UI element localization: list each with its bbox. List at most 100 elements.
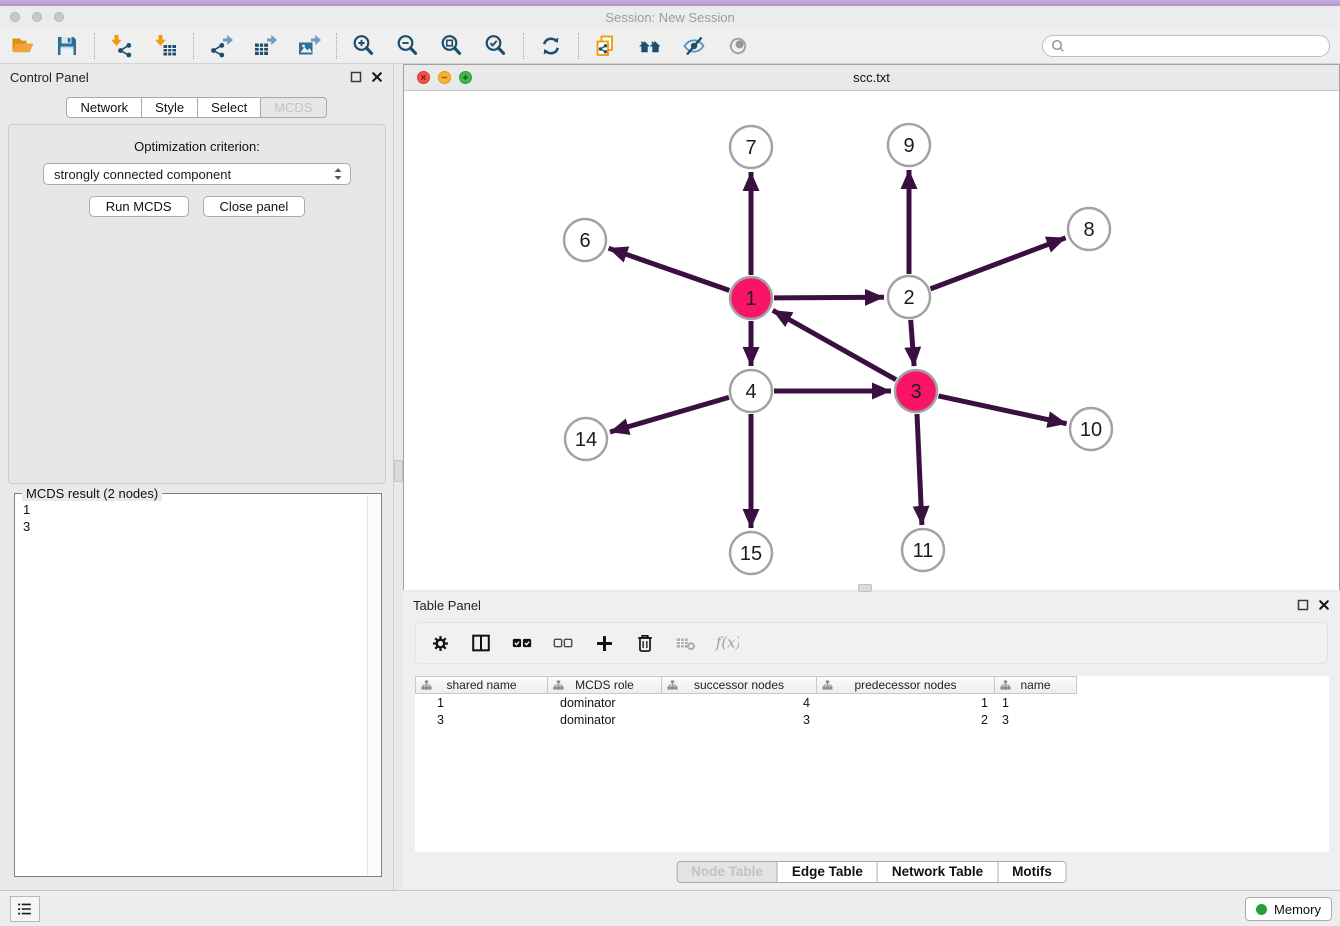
tab-node-table[interactable]: Node Table (676, 861, 778, 883)
tab-network[interactable]: Network (66, 97, 142, 118)
table-cell[interactable]: 3 (662, 713, 817, 727)
column-header-predecessor-nodes[interactable]: predecessor nodes (817, 676, 995, 694)
import-table-button[interactable] (153, 33, 179, 59)
control-panel-title: Control Panel (10, 70, 89, 85)
table-cell[interactable]: 3 (415, 713, 548, 727)
deselect-all-button[interactable] (551, 631, 575, 655)
export-image-button[interactable] (296, 33, 322, 59)
node-6[interactable]: 6 (564, 219, 606, 261)
node-10[interactable]: 10 (1070, 408, 1112, 450)
toolbar-separator (193, 33, 194, 59)
float-panel-icon[interactable] (350, 71, 362, 83)
node-7[interactable]: 7 (730, 126, 772, 168)
duplicate-network-button[interactable] (593, 33, 619, 59)
node-9[interactable]: 9 (888, 124, 930, 166)
zoom-fit-button[interactable] (439, 33, 465, 59)
duplicate-network-icon (594, 34, 618, 58)
export-table-button[interactable] (252, 33, 278, 59)
select-all-button[interactable] (510, 631, 534, 655)
table-cell[interactable]: 3 (995, 713, 1077, 727)
node-4[interactable]: 4 (730, 370, 772, 412)
tab-mcds[interactable]: MCDS (261, 97, 326, 118)
zoom-out-button[interactable] (395, 33, 421, 59)
tab-select[interactable]: Select (198, 97, 261, 118)
save-session-button[interactable] (54, 33, 80, 59)
column-hierarchy-icon (1000, 680, 1011, 691)
tab-motifs[interactable]: Motifs (998, 861, 1067, 883)
node-3[interactable]: 3 (895, 370, 937, 412)
open-file-button[interactable] (10, 33, 36, 59)
edge-2-3[interactable] (911, 320, 914, 366)
table-cell[interactable]: 1 (415, 696, 548, 710)
edge-3-1[interactable] (773, 310, 896, 379)
run-mcds-button[interactable]: Run MCDS (89, 196, 189, 217)
float-table-panel-icon[interactable] (1297, 599, 1309, 611)
table-row[interactable]: 1dominator411 (415, 694, 1329, 711)
trash-icon (634, 632, 656, 654)
mcds-result-list[interactable]: 13 (16, 495, 367, 875)
tab-style[interactable]: Style (142, 97, 198, 118)
node-1[interactable]: 1 (730, 277, 772, 319)
column-header-shared-name[interactable]: shared name (415, 676, 548, 694)
split-panel-button[interactable] (469, 631, 493, 655)
tab-edge-table[interactable]: Edge Table (778, 861, 878, 883)
zoom-selected-icon (484, 34, 508, 58)
search-box[interactable] (1042, 35, 1330, 57)
node-label: 4 (745, 381, 756, 403)
edge-4-14[interactable] (610, 397, 729, 432)
node-14[interactable]: 14 (565, 418, 607, 460)
criterion-dropdown[interactable]: strongly connected component (43, 163, 351, 185)
save-session-icon (55, 34, 79, 58)
edge-3-10[interactable] (939, 396, 1067, 424)
close-table-panel-icon[interactable] (1318, 599, 1330, 611)
hide-selected-eye-slash-button[interactable] (681, 33, 707, 59)
memory-button[interactable]: Memory (1245, 897, 1332, 921)
app-title: Session: New Session (0, 10, 1340, 25)
network-window-titlebar[interactable]: scc.txt (404, 65, 1339, 91)
table-cell[interactable]: dominator (548, 713, 662, 727)
zoom-in-button[interactable] (351, 33, 377, 59)
node-2[interactable]: 2 (888, 276, 930, 318)
two-houses-button[interactable] (637, 33, 663, 59)
node-11[interactable]: 11 (902, 529, 944, 571)
table-cell[interactable]: 1 (995, 696, 1077, 710)
table-toolbar: f(x) (415, 622, 1328, 664)
tab-network-table[interactable]: Network Table (878, 861, 998, 883)
horizontal-splitter-grip[interactable] (858, 584, 872, 592)
hide-selected-eye-slash-icon (682, 34, 706, 58)
edge-1-6[interactable] (609, 248, 730, 290)
gear-icon (430, 633, 451, 654)
edge-3-11[interactable] (917, 414, 922, 525)
column-header-successor-nodes[interactable]: successor nodes (662, 676, 817, 694)
table-row[interactable]: 3dominator323 (415, 711, 1329, 728)
close-panel-button[interactable]: Close panel (203, 196, 306, 217)
gear-button[interactable] (428, 631, 452, 655)
trash-button[interactable] (633, 631, 657, 655)
network-canvas[interactable]: 7 9 6 8 1 2 4 3 14 10 15 11 (404, 91, 1339, 590)
search-input[interactable] (1070, 39, 1321, 53)
column-header-name[interactable]: name (995, 676, 1077, 694)
table-cell[interactable]: 2 (817, 713, 995, 727)
table-cell[interactable]: 1 (817, 696, 995, 710)
node-8[interactable]: 8 (1068, 208, 1110, 250)
edge-1-2[interactable] (774, 297, 884, 298)
task-list-button[interactable] (10, 896, 40, 922)
vertical-splitter-grip[interactable] (394, 460, 403, 482)
export-network-button[interactable] (208, 33, 234, 59)
export-table-icon (253, 34, 277, 58)
node-15[interactable]: 15 (730, 532, 772, 574)
import-network-button[interactable] (109, 33, 135, 59)
close-panel-icon[interactable] (371, 71, 383, 83)
result-scrollbar[interactable] (367, 495, 380, 875)
edge-2-8[interactable] (931, 238, 1066, 289)
delete-table-button (674, 631, 698, 655)
refresh-button[interactable] (538, 33, 564, 59)
network-view-window: scc.txt 7 9 6 8 1 2 4 3 14 10 15 11 (403, 64, 1340, 590)
column-header-MCDS-role[interactable]: MCDS role (548, 676, 662, 694)
table-cell[interactable]: 4 (662, 696, 817, 710)
zoom-selected-button[interactable] (483, 33, 509, 59)
table-cell[interactable]: dominator (548, 696, 662, 710)
add-button[interactable] (592, 631, 616, 655)
node-label: 11 (913, 540, 934, 562)
node-label: 8 (1083, 219, 1094, 241)
